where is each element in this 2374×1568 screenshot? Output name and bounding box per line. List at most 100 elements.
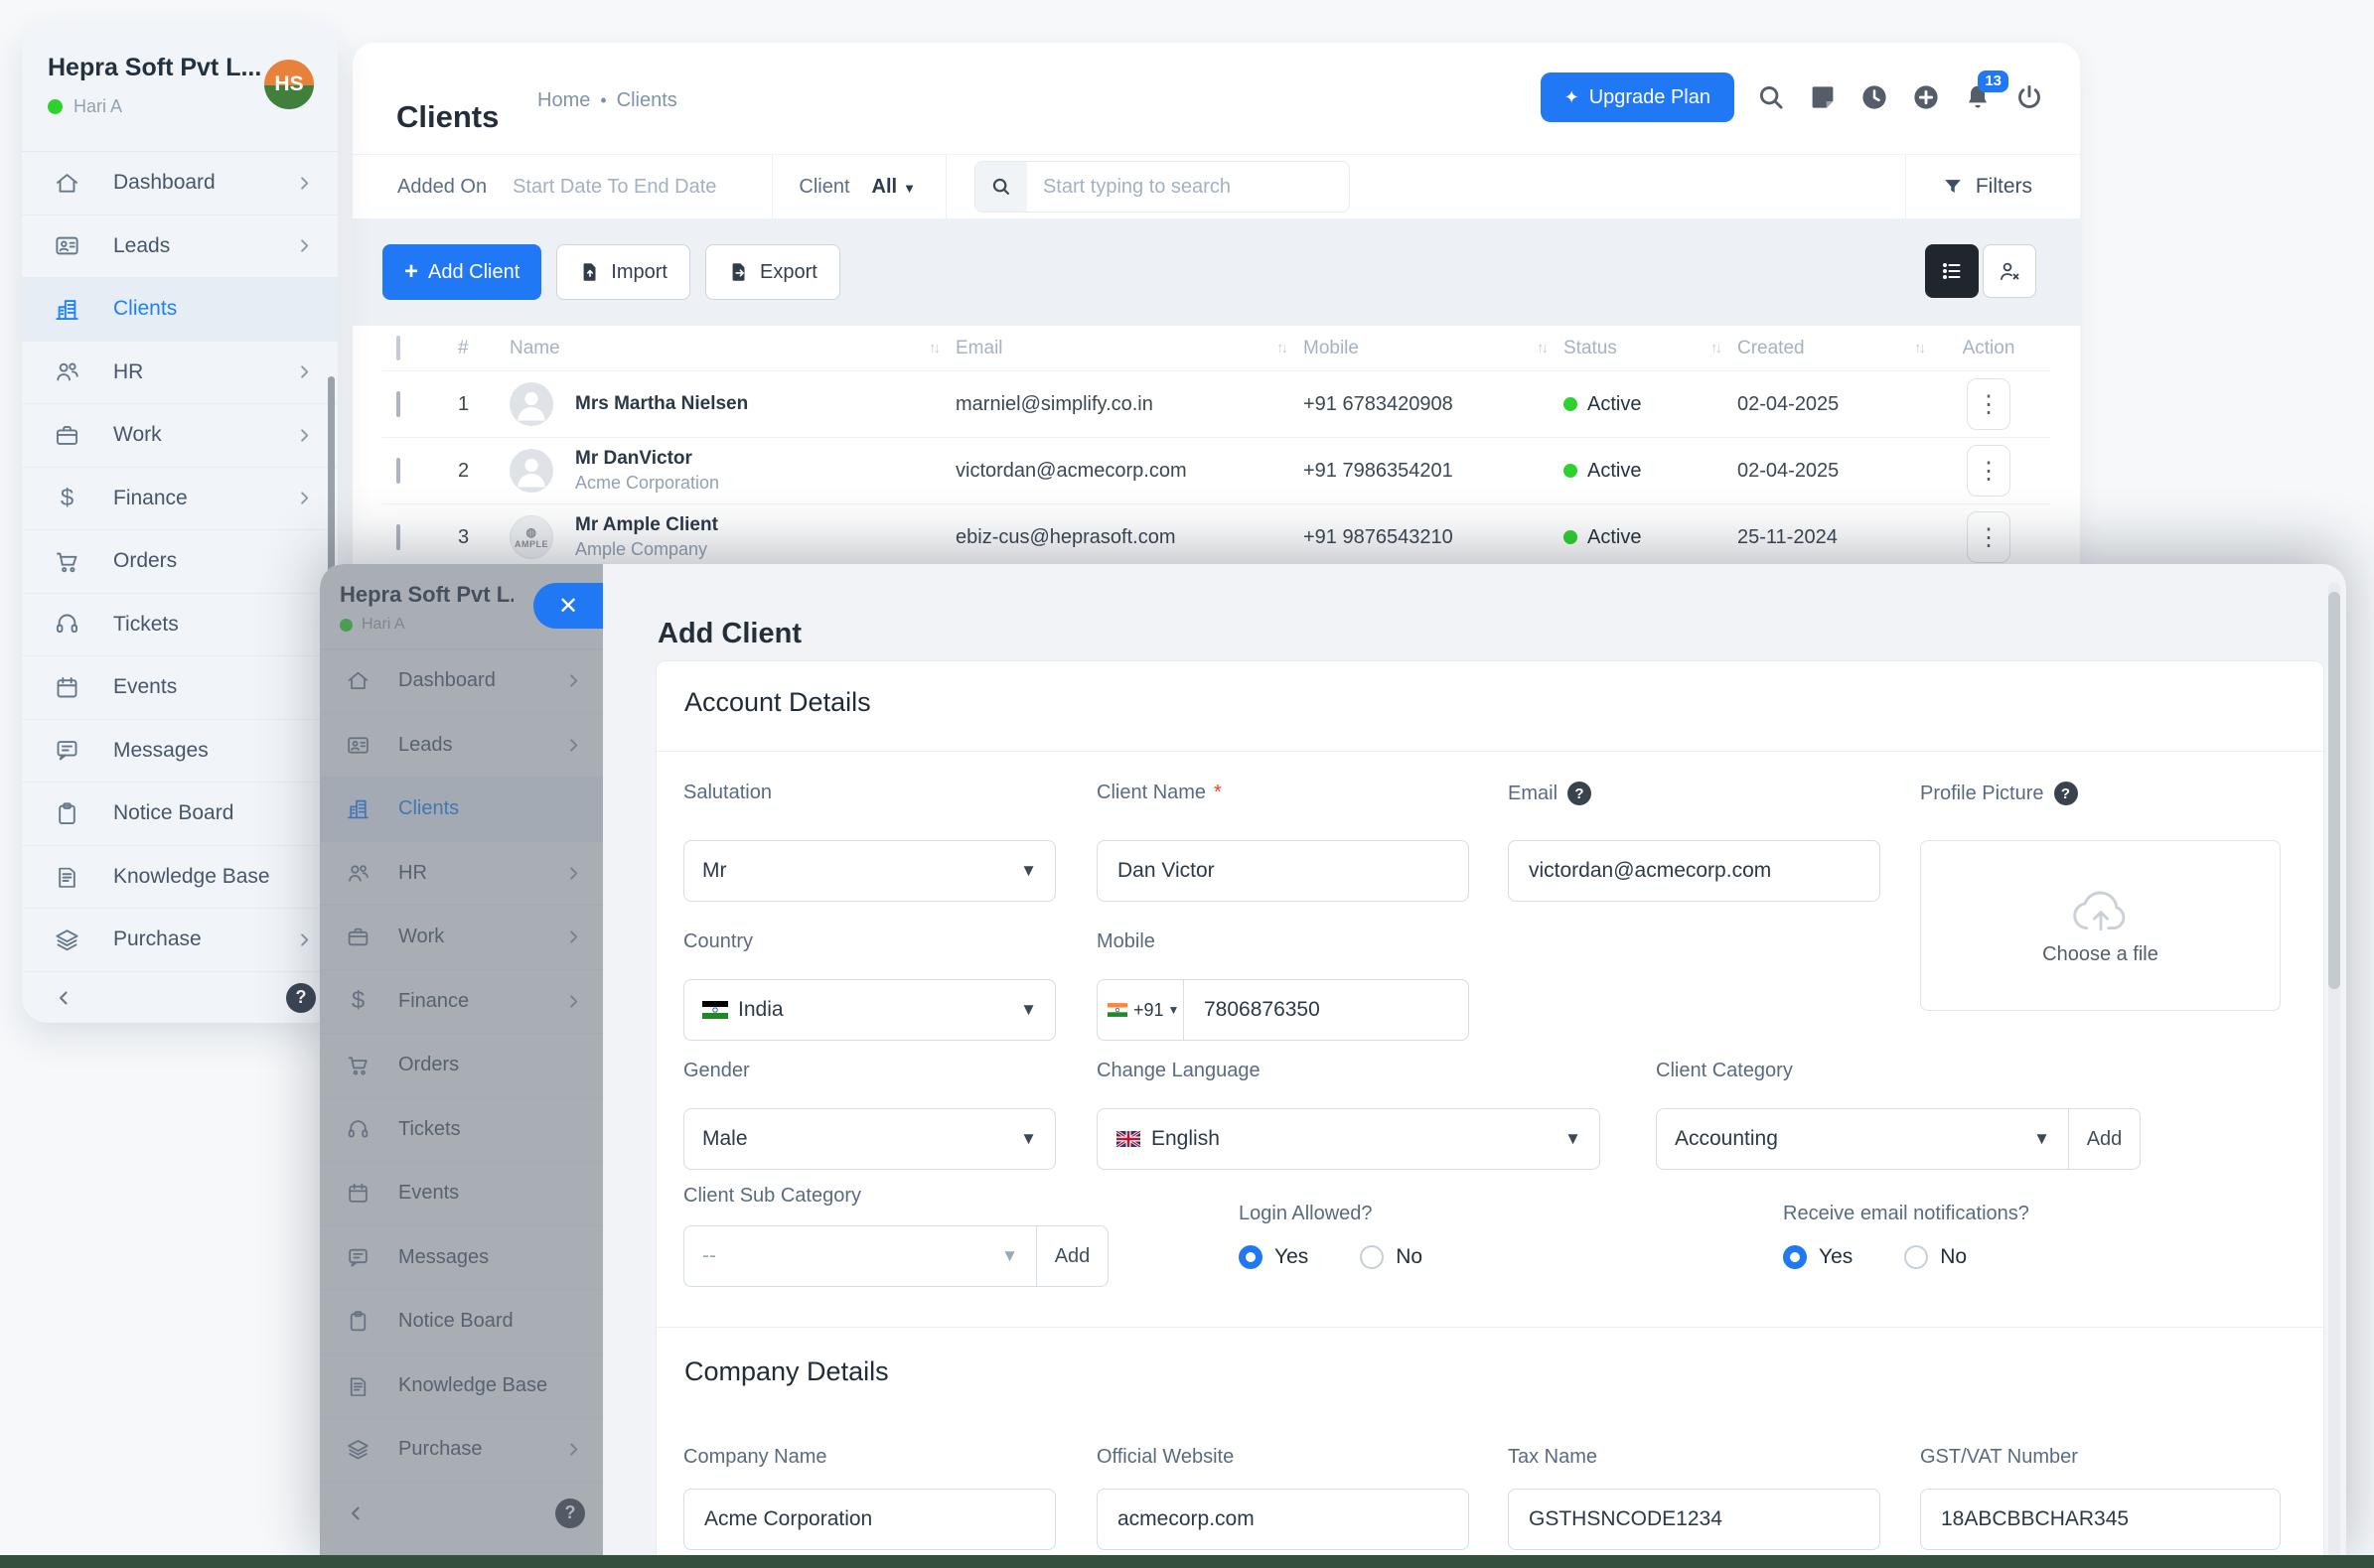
choose-file-label[interactable]: Choose a file bbox=[2042, 943, 2158, 966]
export-button[interactable]: Export bbox=[704, 244, 840, 300]
clock-icon[interactable] bbox=[1859, 82, 1889, 112]
client-filter-dropdown[interactable]: All ▼ bbox=[872, 176, 916, 199]
profile-picture-label: Profile Picture? bbox=[1920, 782, 2078, 805]
sidebar-item-knowledge-base[interactable]: Knowledge Base bbox=[22, 846, 338, 909]
divider bbox=[657, 751, 2323, 752]
row-number: 1 bbox=[458, 392, 470, 415]
add-client-button[interactable]: + Add Client bbox=[382, 244, 542, 300]
row-actions-button[interactable]: ⋮ bbox=[1967, 445, 2010, 497]
sort-icon[interactable]: ↑↓ bbox=[1276, 340, 1303, 356]
language-select[interactable]: English ▼ bbox=[1097, 1108, 1600, 1170]
mobile-input[interactable] bbox=[1202, 997, 1450, 1023]
row-checkbox[interactable] bbox=[396, 523, 400, 550]
notes-icon[interactable] bbox=[1808, 82, 1838, 112]
sidebar-item-notice-board[interactable]: Notice Board bbox=[22, 783, 338, 846]
client-avatar bbox=[510, 449, 553, 493]
email-input[interactable] bbox=[1527, 858, 1861, 884]
client-name-input[interactable] bbox=[1115, 858, 1450, 884]
col-mobile[interactable]: Mobile ↑↓ bbox=[1303, 338, 1563, 359]
client-avatar bbox=[510, 382, 553, 426]
chevron-right-icon bbox=[564, 992, 583, 1011]
col-created[interactable]: Created ↑↓ bbox=[1737, 338, 1941, 359]
search-input[interactable] bbox=[1026, 175, 1349, 199]
inactive-clients-view-button[interactable] bbox=[1983, 244, 2036, 298]
filters-button[interactable]: Filters bbox=[1942, 175, 2032, 199]
breadcrumb-home[interactable]: Home bbox=[537, 89, 590, 112]
help-circle-icon[interactable]: ? bbox=[1567, 782, 1592, 805]
gender-select[interactable]: Male ▼ bbox=[683, 1108, 1056, 1170]
client-name[interactable]: Mr DanVictor bbox=[575, 448, 719, 470]
row-actions-button[interactable]: ⋮ bbox=[1967, 378, 2010, 430]
notifications-yes-radio[interactable] bbox=[1783, 1245, 1807, 1269]
sort-icon[interactable]: ↑↓ bbox=[929, 340, 956, 356]
search-icon[interactable] bbox=[1756, 82, 1786, 112]
notifications-no-radio[interactable] bbox=[1904, 1245, 1929, 1269]
notifications-bell-icon[interactable]: 13 bbox=[1963, 71, 2008, 112]
modal-scrollbar-thumb[interactable] bbox=[2328, 592, 2340, 989]
row-actions-button[interactable]: ⋮ bbox=[1967, 511, 2010, 563]
mobile-country-code-select[interactable]: +91 ▼ bbox=[1097, 979, 1184, 1041]
sidebar-item-dashboard[interactable]: Dashboard bbox=[22, 152, 338, 215]
add-category-button[interactable]: Add bbox=[2068, 1108, 2141, 1170]
help-circle-icon[interactable]: ? bbox=[2053, 782, 2078, 805]
add-sub-category-button[interactable]: Add bbox=[1036, 1225, 1109, 1287]
client-name[interactable]: Mrs Martha Nielsen bbox=[575, 393, 748, 415]
sidebar-item-finance[interactable]: $ Finance bbox=[22, 468, 338, 530]
official-website-input[interactable] bbox=[1115, 1506, 1450, 1532]
upgrade-plan-button[interactable]: ✦ Upgrade Plan bbox=[1540, 72, 1734, 122]
sidebar-item-hr[interactable]: HR bbox=[22, 342, 338, 404]
sort-icon[interactable]: ↑↓ bbox=[1710, 340, 1737, 356]
row-checkbox[interactable] bbox=[396, 457, 400, 484]
import-button[interactable]: Import bbox=[556, 244, 690, 300]
notifications-yes-label: Yes bbox=[1819, 1245, 1854, 1268]
chevron-right-icon bbox=[564, 864, 583, 883]
col-name[interactable]: Name ↑↓ bbox=[510, 338, 956, 359]
sort-icon[interactable]: ↑↓ bbox=[1914, 340, 1941, 356]
list-view-button[interactable] bbox=[1925, 244, 1979, 298]
profile-picture-upload[interactable]: Choose a file bbox=[1920, 840, 2281, 1011]
modal-close-button[interactable]: ✕ bbox=[533, 583, 603, 629]
sidebar-item-orders[interactable]: Orders bbox=[22, 530, 338, 594]
select-all-checkbox[interactable] bbox=[396, 335, 400, 360]
date-range-input[interactable]: Start Date To End Date bbox=[513, 176, 716, 199]
active-status-dot bbox=[1563, 397, 1577, 411]
table-row: 2 ◍ Mr DanVictor Acme Corporation bbox=[382, 437, 2050, 503]
client-sub-category-select[interactable]: -- ▼ bbox=[683, 1225, 1036, 1287]
salutation-select[interactable]: Mr ▼ bbox=[683, 840, 1056, 902]
sidebar-item-leads[interactable]: Leads bbox=[22, 215, 338, 278]
row-number: 2 bbox=[458, 459, 470, 482]
row-checkbox[interactable] bbox=[396, 390, 400, 417]
client-category-select[interactable]: Accounting ▼ bbox=[1656, 1108, 2068, 1170]
sidebar-item-leads: Leads bbox=[320, 714, 603, 778]
help-icon[interactable]: ? bbox=[286, 982, 316, 1013]
tax-name-input[interactable] bbox=[1527, 1506, 1861, 1532]
gst-number-input[interactable] bbox=[1939, 1506, 2262, 1532]
logout-power-icon[interactable] bbox=[2014, 82, 2044, 112]
client-name-label: Client Name * bbox=[1097, 782, 1222, 803]
official-website-input-wrap bbox=[1097, 1489, 1469, 1550]
login-yes-radio[interactable] bbox=[1239, 1245, 1262, 1269]
client-name[interactable]: Mr Ample Client bbox=[575, 514, 718, 536]
sidebar-item-work[interactable]: Work bbox=[22, 404, 338, 468]
col-status[interactable]: Status ↑↓ bbox=[1563, 338, 1737, 359]
caret-down-icon: ▼ bbox=[903, 180, 916, 196]
login-no-radio[interactable] bbox=[1360, 1245, 1385, 1269]
sidebar-item-icon bbox=[54, 737, 80, 764]
sidebar-item-events[interactable]: Events bbox=[22, 656, 338, 720]
client-filter-label: Client bbox=[799, 175, 850, 198]
company-name-input[interactable] bbox=[702, 1506, 1037, 1532]
sidebar-item-tickets[interactable]: Tickets bbox=[22, 594, 338, 656]
sidebar-item-label: Leads bbox=[113, 233, 171, 257]
sidebar-item-purchase[interactable]: Purchase bbox=[22, 909, 338, 972]
collapse-sidebar-icon[interactable] bbox=[54, 988, 74, 1008]
country-select[interactable]: India ▼ bbox=[683, 979, 1056, 1041]
col-email[interactable]: Email ↑↓ bbox=[956, 338, 1303, 359]
india-flag-icon bbox=[702, 1001, 728, 1019]
view-toggle bbox=[1925, 244, 2036, 298]
sidebar-item-clients[interactable]: Clients bbox=[22, 278, 338, 342]
company-logo-avatar[interactable]: HS bbox=[264, 60, 314, 109]
sort-icon[interactable]: ↑↓ bbox=[1537, 340, 1563, 356]
sidebar-item-messages[interactable]: Messages bbox=[22, 720, 338, 783]
mobile-label: Mobile bbox=[1097, 930, 1155, 952]
quick-add-icon[interactable] bbox=[1911, 82, 1941, 112]
